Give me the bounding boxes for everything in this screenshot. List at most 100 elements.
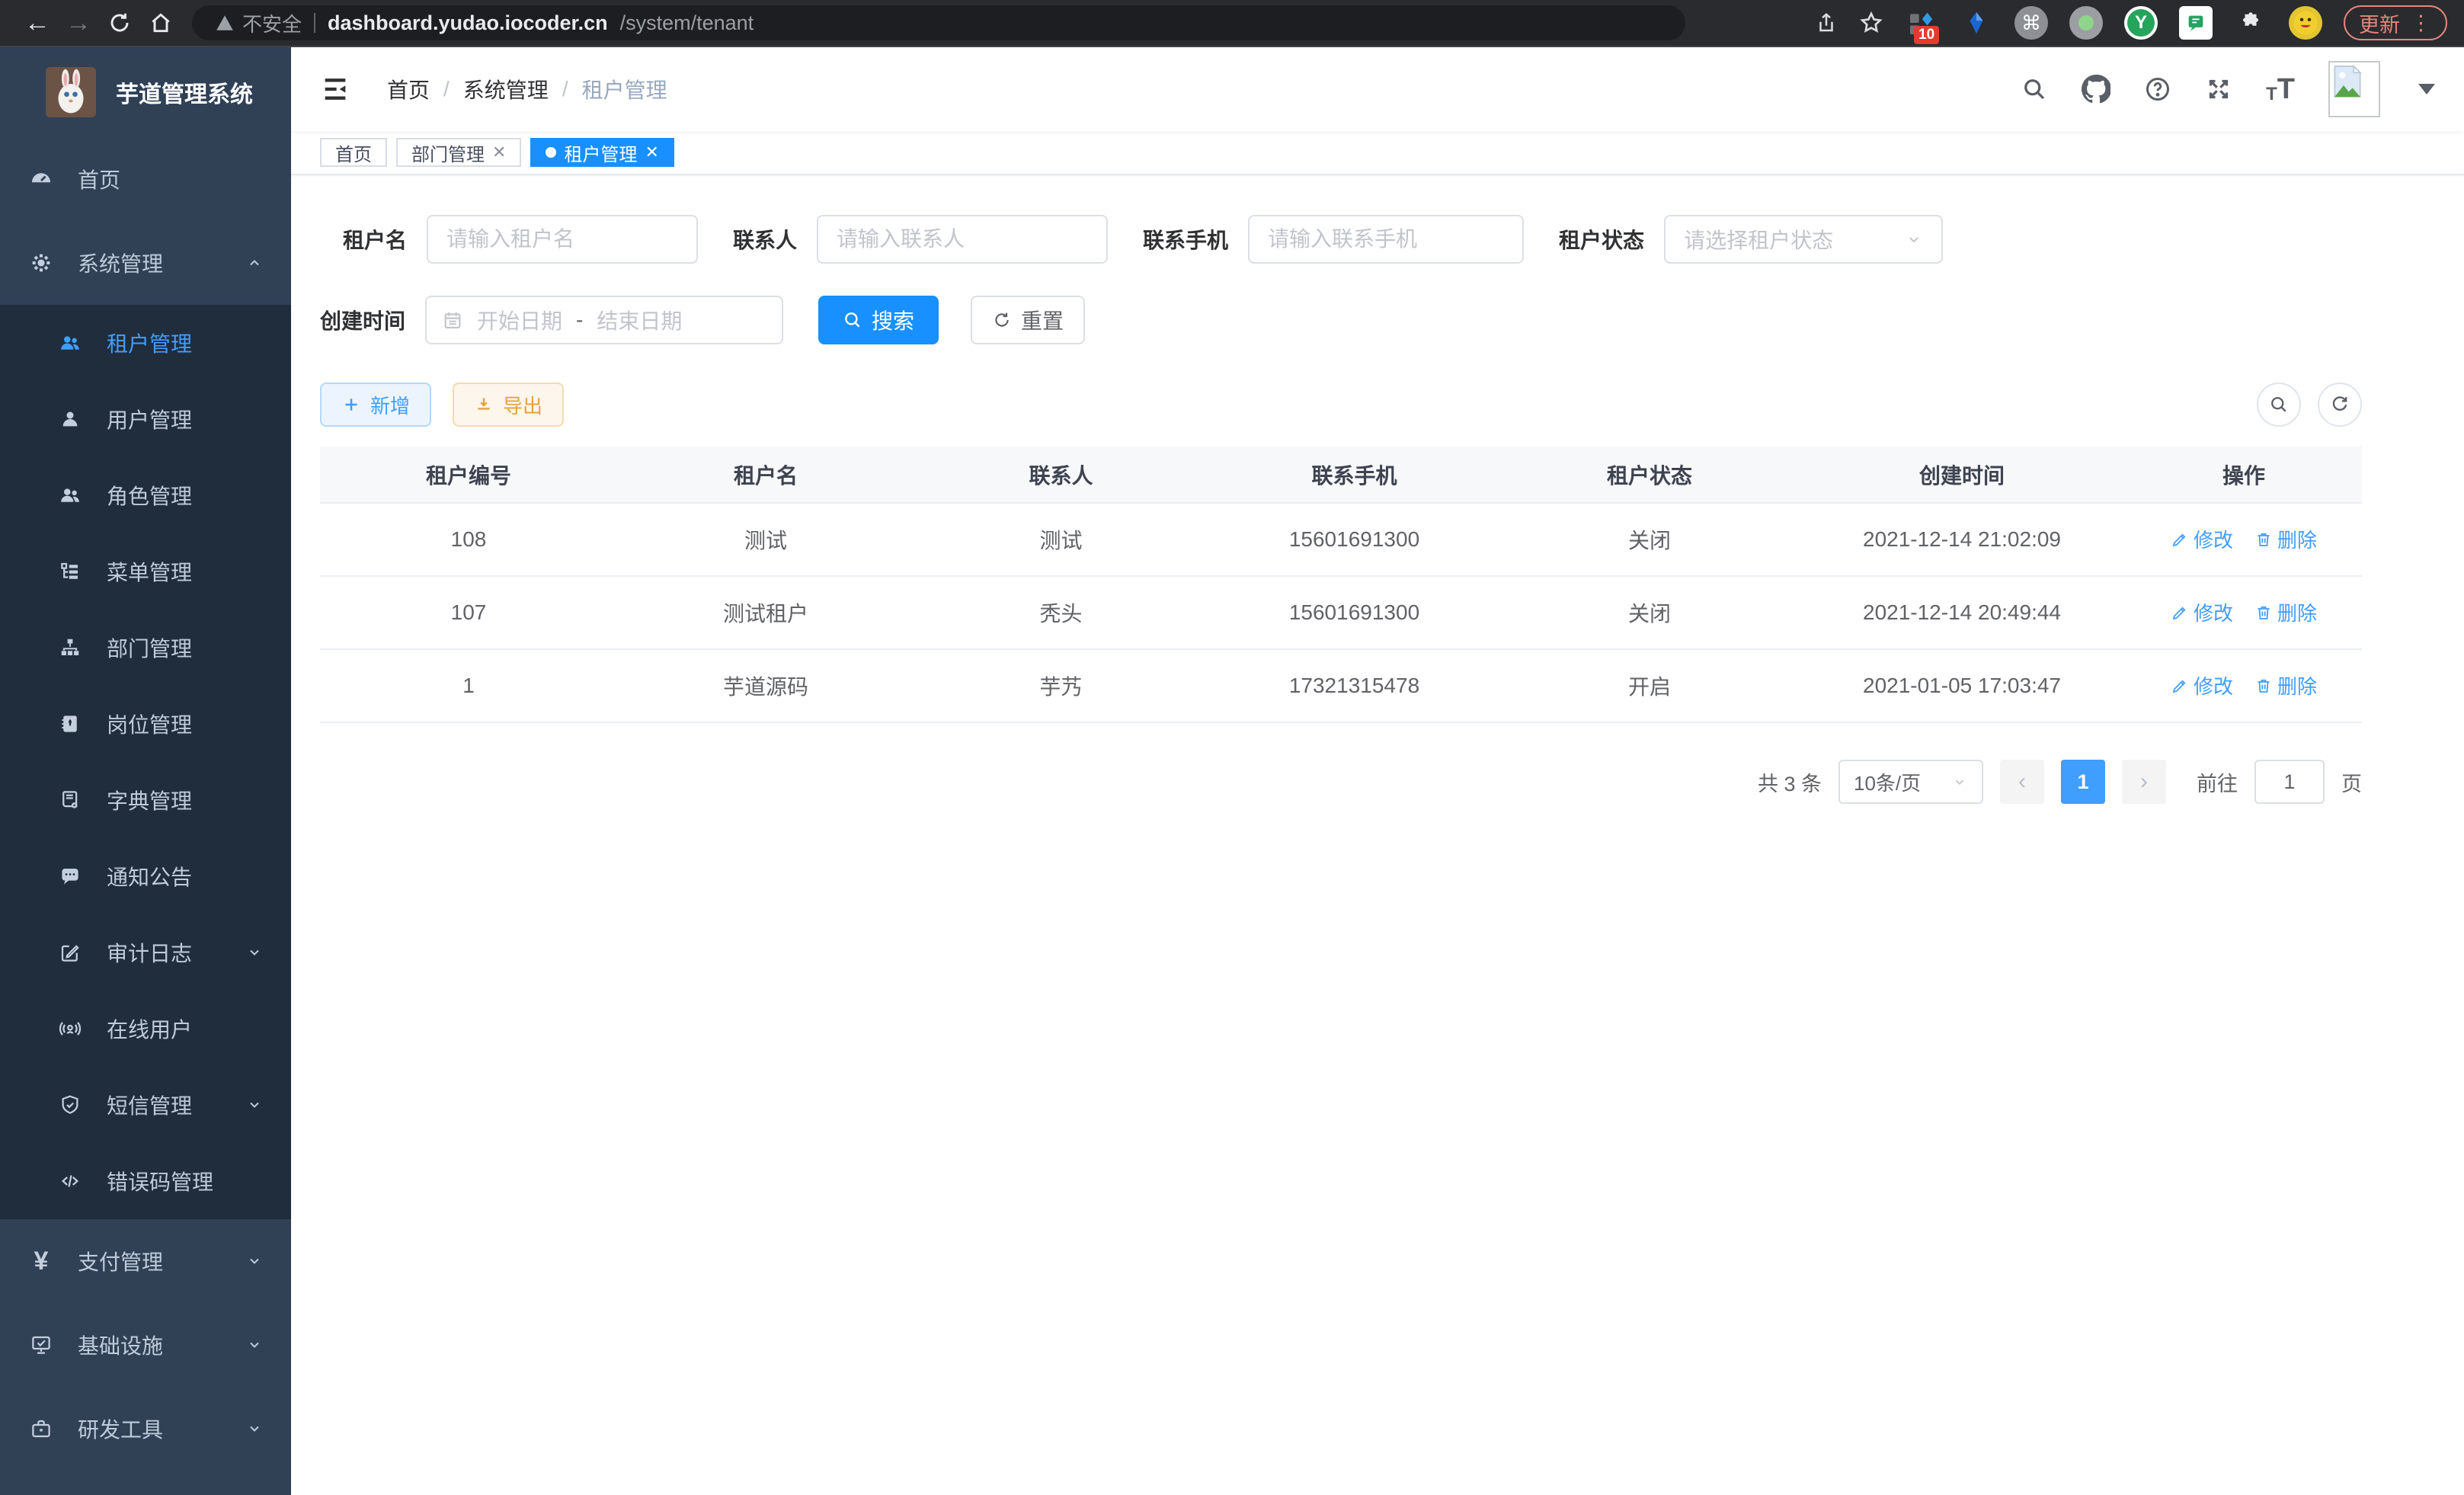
gear-icon [27, 251, 55, 275]
delete-link[interactable]: 删除 [2254, 525, 2317, 553]
browser-home-icon[interactable] [140, 2, 181, 43]
sidebar-menu: 首页 系统管理 租户管理 用户管理 角色管理 [0, 137, 291, 1471]
prev-page-button[interactable]: ‹ [2000, 760, 2044, 804]
sidebar-item-label: 审计日志 [107, 937, 192, 968]
bookmark-star-icon[interactable] [1859, 11, 1883, 35]
edit-link[interactable]: 修改 [2171, 598, 2233, 626]
sidebar-item-用户管理[interactable]: 用户管理 [0, 381, 291, 457]
search-button[interactable]: 搜索 [818, 296, 939, 344]
dev-tools-icon [27, 1417, 55, 1440]
cell-contact: 芋艿 [914, 649, 1208, 722]
tag-首页[interactable]: 首页 [320, 138, 387, 167]
cell-mobile: 15601691300 [1208, 576, 1501, 649]
page-size-select[interactable]: 10条/页 [1838, 760, 1983, 804]
tag-租户管理[interactable]: 租户管理✕ [530, 138, 674, 167]
browser-update-button[interactable]: 更新 ⋮ [2344, 5, 2447, 40]
column-header: 租户名 [617, 447, 914, 503]
sidebar-item-短信管理[interactable]: 短信管理 [0, 1067, 291, 1143]
sidebar-item-支付管理[interactable]: ¥ 支付管理 [0, 1219, 291, 1303]
browser-menu-kebab-icon[interactable]: ⋮ [2411, 11, 2432, 35]
export-button[interactable]: 导出 [453, 383, 564, 427]
create-time-range-picker[interactable]: 开始日期 - 结束日期 [425, 296, 783, 344]
payment-yen-icon: ¥ [27, 1248, 55, 1274]
goto-page-input[interactable] [2254, 760, 2325, 804]
sidebar-item-系统管理[interactable]: 系统管理 [0, 221, 291, 305]
dot-extension-icon[interactable] [2069, 6, 2103, 40]
y-extension-icon[interactable]: Y [2124, 6, 2158, 40]
tag-close-icon[interactable]: ✕ [492, 142, 506, 162]
tag-close-icon[interactable]: ✕ [645, 142, 658, 162]
sidebar-item-菜单管理[interactable]: 菜单管理 [0, 533, 291, 610]
sidebar-item-label: 部门管理 [107, 632, 192, 663]
current-page-button[interactable]: 1 [2061, 760, 2105, 804]
tenant-name-input[interactable] [427, 215, 698, 264]
profile-avatar-icon[interactable] [2289, 6, 2322, 40]
sidebar-item-字典管理[interactable]: 字典管理 [0, 762, 291, 838]
cell-created: 2021-12-14 21:02:09 [1798, 503, 2126, 576]
breadcrumb-item[interactable]: 系统管理 [463, 74, 549, 104]
sidebar-item-研发工具[interactable]: 研发工具 [0, 1387, 291, 1471]
sidebar-item-部门管理[interactable]: 部门管理 [0, 610, 291, 686]
extension-badge-icon[interactable]: 10 [1905, 6, 1938, 40]
edit-link[interactable]: 修改 [2171, 525, 2233, 553]
tag-部门管理[interactable]: 部门管理✕ [396, 138, 521, 167]
breadcrumb-separator: / [562, 77, 568, 101]
sidebar-collapse-icon[interactable] [320, 74, 350, 104]
avatar-dropdown-caret-icon[interactable] [2418, 84, 2435, 94]
sidebar-item-label: 错误码管理 [107, 1166, 213, 1196]
filter-row-1: 租户名 联系人 联系手机 租户状态 请选择租户状态 [320, 215, 2362, 264]
not-secure-warning-icon[interactable]: 不安全 [215, 9, 302, 37]
user-avatar[interactable] [2328, 61, 2380, 117]
dictionary-icon [56, 789, 84, 812]
browser-toolbar: ← → 不安全 dashboard.yudao.iocoder.cn/syste… [0, 0, 2464, 47]
sidebar-item-基础设施[interactable]: 基础设施 [0, 1303, 291, 1387]
github-icon[interactable] [2082, 75, 2110, 104]
sidebar-item-label: 角色管理 [107, 480, 192, 511]
sidebar-item-角色管理[interactable]: 角色管理 [0, 457, 291, 533]
sidebar-item-岗位管理[interactable]: 岗位管理 [0, 686, 291, 762]
sidebar-item-label: 研发工具 [78, 1413, 163, 1444]
mobile-input[interactable] [1248, 215, 1524, 264]
main-content: 租户名 联系人 联系手机 租户状态 请选择租户状态 创建时间 [291, 175, 2464, 1495]
chat-extension-icon[interactable] [2179, 6, 2213, 40]
contact-input[interactable] [817, 215, 1108, 264]
download-icon [474, 395, 494, 415]
browser-forward-icon[interactable]: → [58, 2, 99, 43]
refresh-table-icon[interactable] [2318, 383, 2362, 427]
cell-name: 测试租户 [617, 576, 914, 649]
sidebar-item-通知公告[interactable]: 通知公告 [0, 838, 291, 914]
sidebar-item-租户管理[interactable]: 租户管理 [0, 305, 291, 381]
browser-reload-icon[interactable] [99, 2, 140, 43]
add-button[interactable]: 新增 [320, 383, 431, 427]
status-select[interactable]: 请选择租户状态 [1664, 215, 1943, 264]
app-logo-row[interactable]: 芋道管理系统 [0, 47, 291, 137]
help-icon[interactable] [2144, 75, 2171, 103]
sidebar-item-label: 岗位管理 [107, 709, 192, 739]
sidebar-item-首页[interactable]: 首页 [0, 137, 291, 221]
cell-contact: 秃头 [914, 576, 1208, 649]
puzzle-extensions-icon[interactable] [2234, 6, 2267, 40]
font-size-icon[interactable]: TT [2266, 75, 2295, 104]
header-search-icon[interactable] [2021, 75, 2048, 103]
sidebar-item-审计日志[interactable]: 审计日志 [0, 914, 291, 991]
address-bar[interactable]: 不安全 dashboard.yudao.iocoder.cn/system/te… [192, 5, 1685, 40]
user-icon [56, 408, 84, 431]
page-unit-label: 页 [2341, 767, 2362, 797]
select-caret-icon [1905, 230, 1923, 248]
delete-link[interactable]: 删除 [2254, 671, 2317, 699]
delete-link[interactable]: 删除 [2254, 598, 2317, 626]
browser-back-icon[interactable]: ← [17, 2, 58, 43]
next-page-button[interactable]: › [2122, 760, 2166, 804]
sidebar-item-在线用户[interactable]: 在线用户 [0, 991, 291, 1067]
sidebar-item-错误码管理[interactable]: 错误码管理 [0, 1143, 291, 1219]
command-extension-icon[interactable]: ⌘ [2014, 6, 2048, 40]
toggle-search-panel-icon[interactable] [2257, 383, 2301, 427]
share-icon[interactable] [1815, 11, 1838, 34]
fullscreen-icon[interactable] [2205, 75, 2232, 103]
breadcrumb-item[interactable]: 首页 [387, 74, 430, 104]
kite-extension-icon[interactable] [1960, 6, 1993, 40]
edit-link[interactable]: 修改 [2171, 671, 2233, 699]
submenu-系统管理: 租户管理 用户管理 角色管理 菜单管理 部门管理 [0, 305, 291, 1219]
chevron-down-icon [245, 1096, 264, 1114]
reset-button[interactable]: 重置 [971, 296, 1085, 344]
